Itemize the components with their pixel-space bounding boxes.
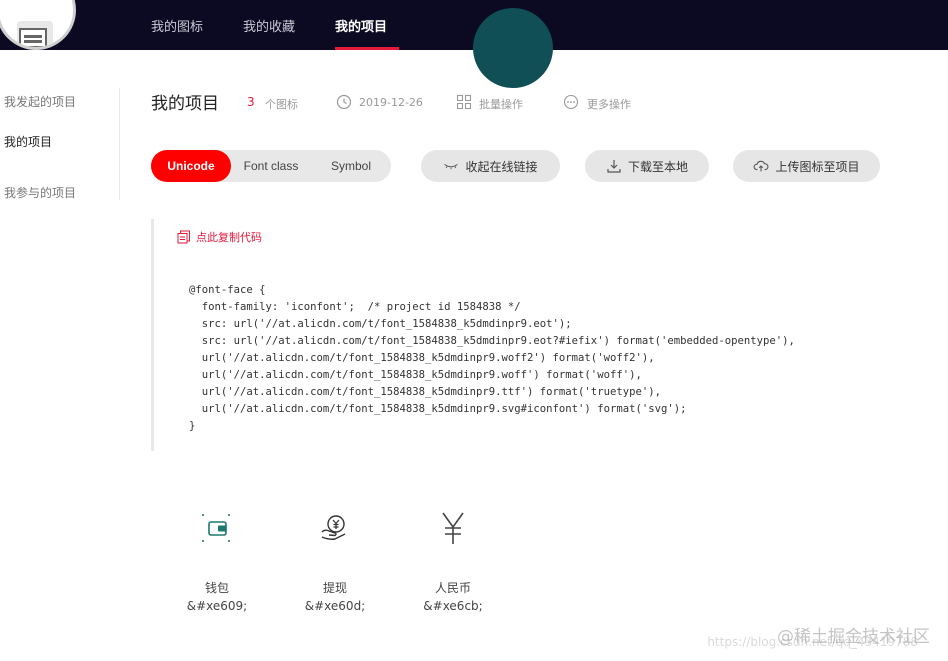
avatar-badge-icon xyxy=(19,28,47,47)
code-line: @font-face { xyxy=(189,284,266,296)
page-title: 我的项目 xyxy=(151,94,219,114)
icon-unicode: &#xe609; xyxy=(186,599,248,613)
eye-closed-icon xyxy=(444,164,459,170)
copy-code-link[interactable]: 点此复制代码 xyxy=(177,229,262,245)
code-panel: 点此复制代码 @font-face { font-family: 'iconfo… xyxy=(151,219,948,451)
nav-my-projects[interactable]: 我的项目 xyxy=(335,16,387,35)
nav-my-favorites[interactable]: 我的收藏 xyxy=(243,16,295,35)
avatar[interactable] xyxy=(0,0,76,50)
copy-code-label: 点此复制代码 xyxy=(196,231,262,244)
code-line: url('//at.alicdn.com/t/font_1584838_k5dm… xyxy=(189,369,642,381)
icon-card-yuan[interactable]: 人民币 &#xe6cb; xyxy=(403,510,503,613)
more-operations-link[interactable]: 更多操作 xyxy=(587,96,631,112)
collapse-online-link-label: 收起在线链接 xyxy=(465,159,538,174)
tab-symbol[interactable]: Symbol xyxy=(311,150,391,182)
code-line: url('//at.alicdn.com/t/font_1584838_k5dm… xyxy=(189,403,687,415)
more-dots-icon[interactable] xyxy=(563,94,579,110)
icon-count: 3 xyxy=(247,95,255,109)
upload-icons-button[interactable]: 上传图标至项目 xyxy=(733,150,880,182)
sidebar-divider xyxy=(119,88,120,200)
batch-operation-link[interactable]: 批量操作 xyxy=(479,96,523,112)
download-local-button[interactable]: 下载至本地 xyxy=(585,150,709,182)
tab-unicode[interactable]: Unicode xyxy=(151,150,231,182)
icon-count-label: 个图标 xyxy=(265,98,298,111)
yuan-icon xyxy=(442,512,464,544)
icon-name: 人民币 xyxy=(434,581,471,595)
code-line: url('//at.alicdn.com/t/font_1584838_k5dm… xyxy=(189,352,655,364)
clock-icon xyxy=(336,94,352,110)
code-line: url('//at.alicdn.com/t/font_1584838_k5dm… xyxy=(189,386,661,398)
copy-icon xyxy=(177,230,190,244)
sidebar-item-my-projects[interactable]: 我的项目 xyxy=(4,133,52,150)
tab-font-class[interactable]: Font class xyxy=(231,150,311,182)
icon-unicode: &#xe6cb; xyxy=(423,599,483,613)
wallet-icon xyxy=(202,514,230,542)
download-icon xyxy=(607,160,621,173)
project-date: 2019-12-26 xyxy=(359,96,423,109)
icon-unicode: &#xe60d; xyxy=(304,599,366,613)
sidebar-item-participated[interactable]: 我参与的项目 xyxy=(4,184,76,201)
icon-card-withdraw[interactable]: 提现 &#xe60d; xyxy=(285,510,385,613)
code-line: src: url('//at.alicdn.com/t/font_1584838… xyxy=(189,318,572,330)
nav-active-underline xyxy=(335,47,399,50)
code-line: font-family: 'iconfont'; /* project id 1… xyxy=(189,301,521,313)
top-nav: 我的图标 我的收藏 我的项目 xyxy=(0,0,948,88)
code-line: src: url('//at.alicdn.com/t/font_1584838… xyxy=(189,335,795,347)
icon-name: 提现 xyxy=(322,581,347,595)
code-line: } xyxy=(189,420,196,432)
decorative-circle xyxy=(473,8,553,88)
nav-my-icons[interactable]: 我的图标 xyxy=(151,16,203,35)
watermark-text: @稀土掘金技术社区 xyxy=(777,627,930,647)
cloud-upload-icon xyxy=(754,160,769,172)
icon-card-wallet[interactable]: 钱包 &#xe609; xyxy=(167,510,267,613)
font-face-code[interactable]: @font-face { font-family: 'iconfont'; /*… xyxy=(189,282,795,435)
code-type-tabs: Unicode Font class Symbol xyxy=(151,150,391,182)
download-local-label: 下载至本地 xyxy=(627,159,688,174)
grid-icon[interactable] xyxy=(456,94,472,110)
collapse-online-link-button[interactable]: 收起在线链接 xyxy=(421,150,560,182)
withdraw-icon xyxy=(321,515,346,540)
icon-name: 钱包 xyxy=(204,581,229,595)
sidebar-item-initiated[interactable]: 我发起的项目 xyxy=(4,93,76,110)
upload-icons-label: 上传图标至项目 xyxy=(775,159,860,174)
